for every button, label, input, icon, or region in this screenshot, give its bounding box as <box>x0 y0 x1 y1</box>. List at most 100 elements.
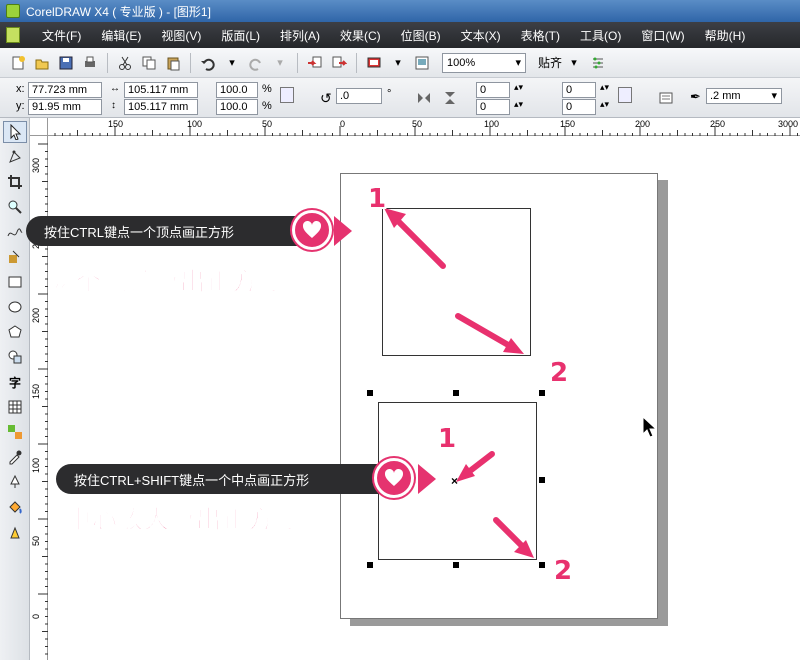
menu-table[interactable]: 表格(T) <box>511 27 570 44</box>
corner-top-left-field[interactable]: 0 <box>476 82 510 98</box>
scale-y-field[interactable]: 100.0 <box>216 99 258 115</box>
undo-dropdown-icon[interactable]: ▾ <box>221 52 243 74</box>
new-document-icon[interactable] <box>7 52 29 74</box>
ruler-tick-label: 3000 <box>778 119 799 129</box>
welcome-screen-icon[interactable] <box>411 52 433 74</box>
outline-tool-icon[interactable] <box>3 471 27 493</box>
freehand-tool-icon[interactable] <box>3 221 27 243</box>
spinner-icon[interactable]: ▴▾ <box>514 82 523 93</box>
toolbar-divider <box>107 52 108 73</box>
height-field[interactable]: 105.117 mm <box>124 99 198 115</box>
callout-bubble-1: 按住CTRL键点一个顶点画正方形 <box>26 216 316 246</box>
corner-bottom-left-field[interactable]: 0 <box>476 99 510 115</box>
undo-icon[interactable] <box>197 52 219 74</box>
ruler-tick-label: 100 <box>484 119 500 129</box>
horizontal-ruler[interactable]: 150 100 50 0 50 100 150 200 250 3000 <box>30 118 800 136</box>
copy-icon[interactable] <box>138 52 160 74</box>
spinner-icon[interactable]: ▴▾ <box>514 99 523 110</box>
rectangle-tool-icon[interactable] <box>3 271 27 293</box>
title-bar: CorelDRAW X4 ( 专业版 ) - [图形1] <box>0 0 800 22</box>
ruler-tick-label: 200 <box>31 308 41 324</box>
snap-dropdown-icon[interactable]: ▾ <box>563 52 585 74</box>
print-icon[interactable] <box>79 52 101 74</box>
mirror-horizontal-icon[interactable] <box>413 87 435 109</box>
zoom-level-select[interactable]: 100% ▾ <box>442 52 526 73</box>
drawing-canvas[interactable]: × 1 2 1 2 <box>48 136 800 660</box>
ruler-tick-label: 50 <box>412 119 423 129</box>
export-icon[interactable] <box>328 52 350 74</box>
ruler-tick-label: 0 <box>31 614 41 620</box>
ruler-tick-label: 0 <box>340 119 346 129</box>
menu-bitmaps[interactable]: 位图(B) <box>391 27 451 44</box>
menu-file[interactable]: 文件(F) <box>32 27 91 44</box>
callout-text-1: 按住CTRL键点一个顶点画正方形 <box>44 224 234 240</box>
menu-tools[interactable]: 工具(O) <box>570 27 631 44</box>
menu-view[interactable]: 视图(V) <box>151 27 211 44</box>
x-label: x: <box>16 83 25 95</box>
lock-ratio-icon[interactable] <box>280 87 294 103</box>
smart-fill-tool-icon[interactable] <box>3 246 27 268</box>
callout-bubble-2: 按住CTRL+SHIFT键点一个中点画正方形 <box>56 464 400 494</box>
ellipse-tool-icon[interactable] <box>3 296 27 318</box>
ruler-tick-label: 150 <box>108 119 124 129</box>
shape-tool-icon[interactable] <box>3 146 27 168</box>
fill-tool-icon[interactable] <box>3 496 27 518</box>
chevron-down-icon: ▾ <box>515 57 521 69</box>
menu-arrange[interactable]: 排列(A) <box>270 27 330 44</box>
redo-icon[interactable] <box>245 52 267 74</box>
menu-layout[interactable]: 版面(L) <box>211 27 270 44</box>
width-field[interactable]: 105.117 mm <box>124 82 198 98</box>
table-tool-icon[interactable] <box>3 396 27 418</box>
height-icon: ↕ <box>111 100 116 111</box>
caption-corner-square: 两个点顶拉出正方形 <box>49 267 285 297</box>
mirror-vertical-icon[interactable] <box>439 87 461 109</box>
basic-shapes-tool-icon[interactable] <box>3 346 27 368</box>
menu-edit[interactable]: 编辑(E) <box>91 27 151 44</box>
zoom-tool-icon[interactable] <box>3 196 27 218</box>
width-icon: ↔ <box>110 83 120 94</box>
cut-icon[interactable] <box>114 52 136 74</box>
toolbar-divider <box>297 52 298 73</box>
document-icon[interactable] <box>6 27 20 43</box>
application-launcher-icon[interactable] <box>363 52 385 74</box>
blend-tool-icon[interactable] <box>3 421 27 443</box>
scale-x-field[interactable]: 100.0 <box>216 82 258 98</box>
snap-to-menu[interactable]: 贴齐 <box>538 54 562 71</box>
menu-window[interactable]: 窗口(W) <box>631 27 694 44</box>
options-icon[interactable] <box>587 52 609 74</box>
corner-bottom-right-field[interactable]: 0 <box>562 99 596 115</box>
ruler-tick-label: 150 <box>560 119 576 129</box>
outline-width-value: .2 mm <box>710 90 741 102</box>
interactive-fill-tool-icon[interactable] <box>3 521 27 543</box>
open-folder-icon[interactable] <box>31 52 53 74</box>
corner-lock-icon[interactable] <box>618 87 632 103</box>
x-position-field[interactable]: 77.723 mm <box>28 82 102 98</box>
pen-outline-icon: ✒ <box>690 89 701 104</box>
callout-tail-1 <box>334 216 352 246</box>
wrap-paragraph-icon[interactable] <box>655 87 677 109</box>
polygon-tool-icon[interactable] <box>3 321 27 343</box>
corner-top-right-field[interactable]: 0 <box>562 82 596 98</box>
rotation-field[interactable]: .0 <box>336 88 382 104</box>
step-number-1-bottom: 1 <box>438 424 457 454</box>
menu-text[interactable]: 文本(X) <box>451 27 511 44</box>
menu-effects[interactable]: 效果(C) <box>330 27 391 44</box>
y-position-field[interactable]: 91.95 mm <box>28 99 102 115</box>
ruler-tick-label: 50 <box>262 119 273 129</box>
launcher-dropdown-icon[interactable]: ▾ <box>387 52 409 74</box>
outline-width-select[interactable]: .2 mm ▾ <box>706 88 782 104</box>
redo-dropdown-icon[interactable]: ▾ <box>269 52 291 74</box>
spinner-icon[interactable]: ▴▾ <box>600 82 609 93</box>
menu-help[interactable]: 帮助(H) <box>695 27 756 44</box>
eyedropper-tool-icon[interactable] <box>3 446 27 468</box>
pick-tool-icon[interactable] <box>3 121 27 143</box>
vertical-ruler[interactable]: 300 250 200 150 100 50 0 <box>30 136 48 660</box>
save-icon[interactable] <box>55 52 77 74</box>
text-tool-icon[interactable]: 字 <box>3 371 27 393</box>
paste-icon[interactable] <box>162 52 184 74</box>
spinner-icon[interactable]: ▴▾ <box>600 99 609 110</box>
ruler-origin[interactable] <box>30 118 48 136</box>
crop-tool-icon[interactable] <box>3 171 27 193</box>
import-icon[interactable] <box>304 52 326 74</box>
callout-text-2: 按住CTRL+SHIFT键点一个中点画正方形 <box>74 472 310 488</box>
